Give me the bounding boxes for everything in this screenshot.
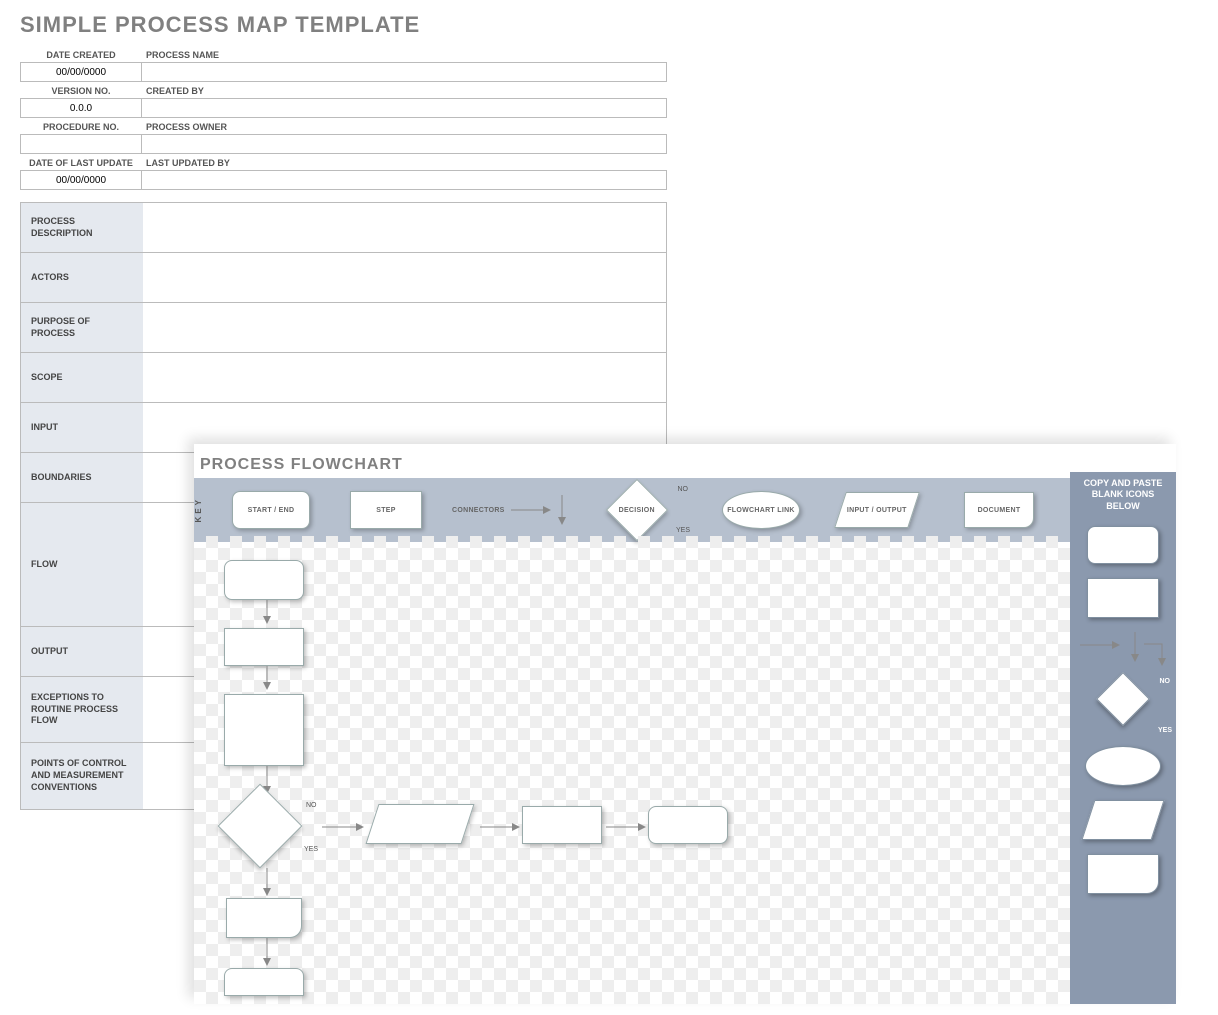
flowchart-sidebar: COPY AND PASTE BLANK ICONS BELOW NO YES — [1070, 472, 1176, 1004]
label-purpose: PURPOSE OF PROCESS — [21, 303, 143, 352]
flow-node-decision[interactable] — [218, 784, 303, 869]
legend-decision-yes: YES — [676, 527, 690, 534]
connector-arrow-down-icon — [555, 495, 569, 525]
flowchart-canvas[interactable]: NO YES — [194, 536, 1070, 1004]
flow-decision-yes: YES — [304, 846, 318, 853]
blank-decision-yes: YES — [1158, 727, 1172, 734]
label-procedure-no: PROCEDURE NO. — [20, 118, 142, 134]
flow-arrow-1 — [260, 600, 274, 624]
input-process-name[interactable] — [142, 62, 667, 82]
blank-connector-down-icon[interactable] — [1128, 632, 1142, 662]
legend-start-end-label: START / END — [248, 507, 295, 514]
legend-link-label: FLOWCHART LINK — [727, 507, 795, 514]
legend-start-end-icon: START / END — [232, 491, 310, 529]
flow-decision-no: NO — [306, 802, 317, 809]
blank-decision-icon[interactable] — [1096, 672, 1150, 726]
flow-node-document[interactable] — [226, 898, 302, 938]
sidebar-title: COPY AND PASTE BLANK ICONS BELOW — [1074, 478, 1172, 512]
blank-io-icon[interactable] — [1082, 800, 1165, 840]
label-process-owner: PROCESS OWNER — [142, 118, 667, 134]
flow-node-step-1[interactable] — [224, 628, 304, 666]
input-process-description[interactable] — [143, 203, 666, 252]
label-actors: ACTORS — [21, 253, 143, 302]
flowchart-key: KEY START / END STEP CONNECTORS DECISION… — [194, 478, 1176, 542]
input-purpose[interactable] — [143, 303, 666, 352]
legend-step-icon: STEP — [350, 491, 422, 529]
label-updated-by: LAST UPDATED BY — [142, 154, 667, 170]
input-procedure-no[interactable] — [20, 134, 142, 154]
flow-node-start[interactable] — [224, 560, 304, 600]
meta-table: DATE CREATED PROCESS NAME 00/00/0000 VER… — [20, 46, 667, 190]
legend-decision-label: DECISION — [619, 507, 655, 514]
flow-node-io[interactable] — [366, 804, 475, 844]
blank-connector-elbow-icon[interactable] — [1144, 640, 1174, 666]
connector-arrow-right-icon — [511, 503, 551, 517]
legend-io-label: INPUT / OUTPUT — [847, 507, 907, 514]
input-process-owner[interactable] — [142, 134, 667, 154]
legend-io-icon: INPUT / OUTPUT — [834, 492, 920, 528]
flow-node-step-3[interactable] — [522, 806, 602, 844]
input-updated-by[interactable] — [142, 170, 667, 190]
flow-node-step-4[interactable] — [224, 968, 304, 996]
input-actors[interactable] — [143, 253, 666, 302]
legend-link-icon: FLOWCHART LINK — [722, 491, 800, 529]
blank-link-icon[interactable] — [1085, 746, 1161, 786]
flow-arrow-4 — [260, 938, 274, 966]
key-label: KEY — [194, 497, 212, 522]
label-version: VERSION NO. — [20, 82, 142, 98]
input-date-created[interactable]: 00/00/0000 — [20, 62, 142, 82]
blank-decision-no: NO — [1160, 678, 1171, 685]
input-scope[interactable] — [143, 353, 666, 402]
blank-step-icon[interactable] — [1087, 578, 1159, 618]
blank-start-end-icon[interactable] — [1087, 526, 1159, 564]
legend-decision-icon: DECISION — [606, 479, 668, 541]
label-flow: FLOW — [21, 503, 143, 626]
flow-arrow-no — [322, 820, 364, 834]
legend-step-label: STEP — [376, 507, 395, 514]
label-exceptions: EXCEPTIONS TO ROUTINE PROCESS FLOW — [21, 677, 143, 742]
legend-document-label: DOCUMENT — [978, 507, 1021, 514]
page-title: SIMPLE PROCESS MAP TEMPLATE — [20, 12, 1218, 38]
flow-node-end[interactable] — [648, 806, 728, 844]
input-version[interactable]: 0.0.0 — [20, 98, 142, 118]
flow-arrow-yes — [260, 868, 274, 896]
flowchart-heading: PROCESS FLOWCHART — [200, 456, 1176, 474]
label-created-by: CREATED BY — [142, 82, 667, 98]
label-output: OUTPUT — [21, 627, 143, 676]
blank-connector-right-icon[interactable] — [1080, 638, 1120, 652]
blank-document-icon[interactable] — [1087, 854, 1159, 894]
input-created-by[interactable] — [142, 98, 667, 118]
flowchart-panel: PROCESS FLOWCHART KEY START / END STEP C… — [194, 444, 1176, 1004]
legend-document-icon: DOCUMENT — [964, 492, 1034, 528]
label-last-update: DATE OF LAST UPDATE — [20, 154, 142, 170]
flow-arrow-r3 — [606, 820, 646, 834]
label-date-created: DATE CREATED — [20, 46, 142, 62]
label-process-description: PROCESS DESCRIPTION — [21, 203, 143, 252]
flow-arrow-2 — [260, 666, 274, 690]
label-points: POINTS OF CONTROL AND MEASUREMENT CONVEN… — [21, 743, 143, 809]
label-process-name: PROCESS NAME — [142, 46, 667, 62]
legend-connectors-label: CONNECTORS — [452, 507, 505, 514]
label-scope: SCOPE — [21, 353, 143, 402]
flow-node-step-2[interactable] — [224, 694, 304, 766]
label-boundaries: BOUNDARIES — [21, 453, 143, 502]
input-last-update[interactable]: 00/00/0000 — [20, 170, 142, 190]
flow-arrow-r2 — [480, 820, 520, 834]
label-input: INPUT — [21, 403, 143, 452]
legend-decision-no: NO — [678, 486, 689, 493]
